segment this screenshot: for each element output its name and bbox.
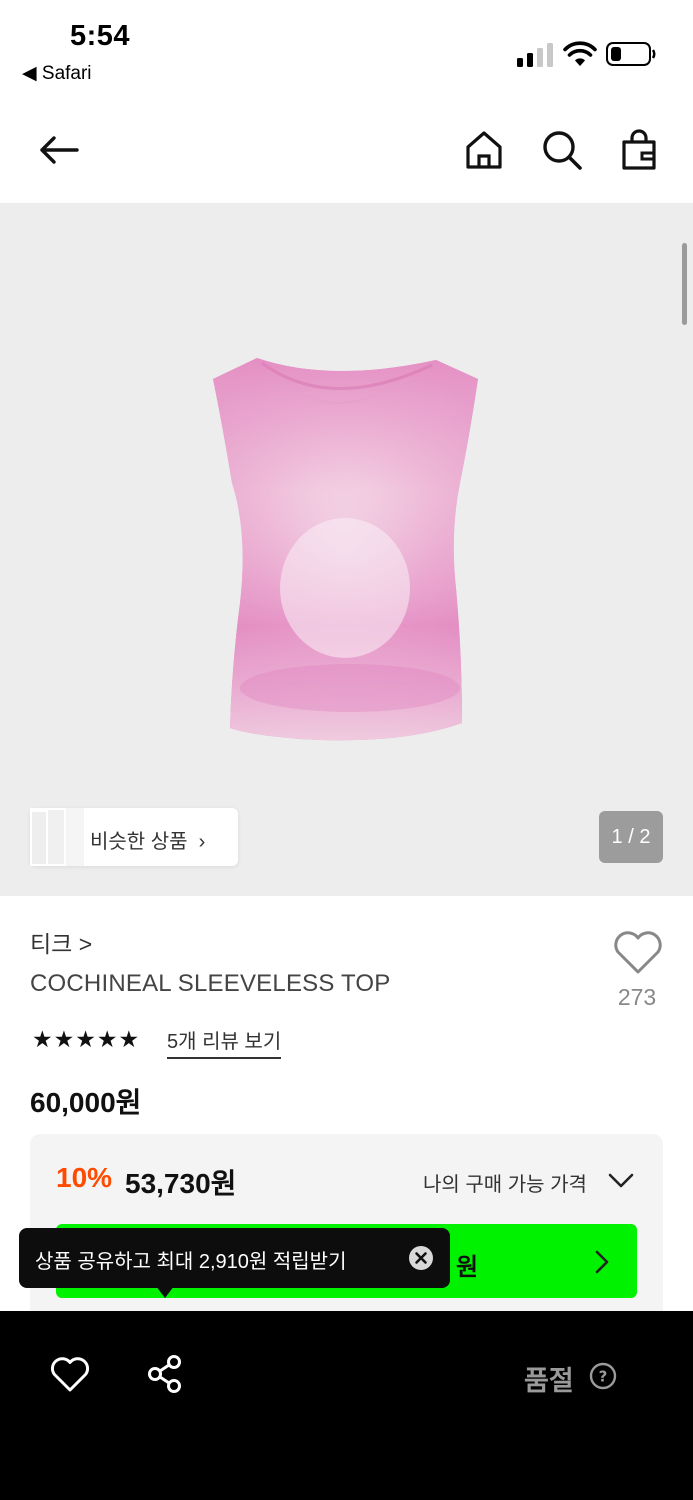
- gallery-page-indicator: 1 / 2: [599, 811, 663, 863]
- product-image: [213, 358, 478, 741]
- home-icon[interactable]: [462, 128, 506, 172]
- coupon-benefit-label: 원: [456, 1254, 479, 1281]
- similar-products-button[interactable]: 비슷한 상품 ›: [30, 808, 238, 866]
- soldout-label: 품절: [524, 1366, 574, 1396]
- rating-stars: ★★★★★: [32, 1026, 141, 1052]
- discount-price: 53,730원: [125, 1168, 237, 1199]
- tooltip-arrow: [156, 1286, 174, 1298]
- shopping-bag-icon[interactable]: [617, 128, 661, 172]
- product-image-gallery[interactable]: 비슷한 상품 › 1 / 2: [0, 203, 693, 896]
- svg-text:?: ?: [599, 1368, 608, 1386]
- discount-rate: 10%: [56, 1162, 113, 1193]
- gallery-scrollbar[interactable]: [682, 243, 687, 325]
- chevron-down-icon[interactable]: [607, 1171, 635, 1191]
- arrow-left-icon[interactable]: [37, 128, 81, 172]
- original-price: 60,000원: [30, 1087, 142, 1118]
- cellular-signal-icon: [517, 43, 555, 67]
- search-icon[interactable]: [540, 128, 584, 172]
- wifi-icon: [563, 41, 597, 66]
- similar-products-label: 비슷한 상품 ›: [90, 831, 206, 853]
- question-circle-icon[interactable]: ?: [589, 1362, 617, 1390]
- reviews-link[interactable]: 5개 리뷰 보기: [167, 1025, 282, 1059]
- status-time: 5:54: [70, 20, 131, 52]
- top-navigation: [0, 100, 693, 203]
- share-icon[interactable]: [146, 1354, 184, 1394]
- product-name: COCHINEAL SLEEVELESS TOP: [30, 970, 391, 997]
- my-price-toggle-label[interactable]: 나의 구매 가능 가격: [423, 1168, 587, 1197]
- share-reward-tooltip: 상품 공유하고 최대 2,910원 적립받기: [19, 1228, 450, 1298]
- brand-link[interactable]: 티크 >: [30, 925, 92, 959]
- share-reward-text: 상품 공유하고 최대 2,910원 적립받기: [35, 1251, 347, 1273]
- wishlist-heart-icon[interactable]: [612, 930, 664, 976]
- wishlist-count: 273: [617, 984, 657, 1010]
- battery-icon: [606, 42, 656, 66]
- chevron-right-icon: [595, 1250, 609, 1274]
- close-icon[interactable]: [408, 1245, 434, 1271]
- heart-icon[interactable]: [50, 1357, 90, 1393]
- status-bar: 5:54 ◀ Safari: [0, 0, 693, 100]
- back-to-safari-link[interactable]: ◀ Safari: [22, 62, 92, 85]
- bottom-action-bar: 품절 ?: [0, 1311, 693, 1500]
